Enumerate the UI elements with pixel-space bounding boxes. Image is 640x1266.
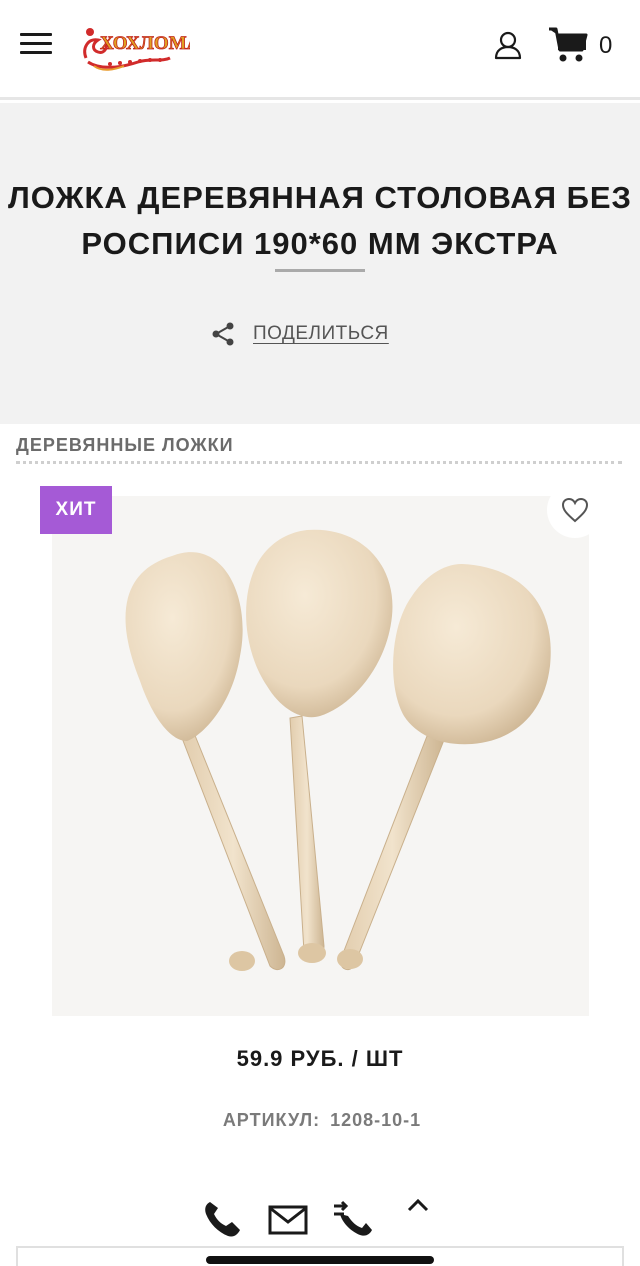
bottom-toolbar [0, 1190, 640, 1250]
user-icon[interactable] [494, 30, 522, 60]
page-title-line-2: РОСПИСИ 190*60 ММ ЭКСТРА [81, 226, 559, 261]
product-sku: АРТИКУЛ: 1208-10-1 [0, 1110, 640, 1131]
share-icon [212, 322, 234, 346]
logo-text: ХОХЛОМА [100, 33, 190, 54]
title-band: ЛОЖКА ДЕРЕВЯННАЯ СТОЛОВАЯ БЕЗ РОСПИСИ 19… [0, 103, 640, 424]
share-button[interactable]: ПОДЕЛИТЬСЯ [210, 319, 389, 349]
logo[interactable]: ХОХЛОМА [80, 16, 190, 72]
sku-label: АРТИКУЛ: [222, 1110, 321, 1130]
mail-icon[interactable] [268, 1204, 308, 1236]
heart-icon [561, 497, 589, 523]
cart-icon[interactable] [548, 26, 590, 64]
favorite-button[interactable] [547, 482, 603, 538]
share-label: ПОДЕЛИТЬСЯ [253, 323, 389, 344]
product-image[interactable] [52, 496, 589, 1016]
hamburger-menu-icon[interactable] [20, 33, 52, 57]
phone-icon[interactable] [202, 1200, 242, 1238]
cart-count[interactable]: 0 [599, 32, 612, 60]
site-header: ХОХЛОМА 0 [0, 0, 640, 100]
product-price: 59.9 РУБ. / ШТ [236, 1046, 404, 1071]
callback-icon[interactable] [332, 1200, 374, 1238]
sku-value: 1208-10-1 [330, 1110, 422, 1130]
hit-badge: ХИТ [40, 486, 112, 534]
page-title: ЛОЖКА ДЕРЕВЯННАЯ СТОЛОВАЯ БЕЗ РОСПИСИ 19… [0, 175, 640, 267]
scroll-up-icon[interactable] [406, 1196, 430, 1214]
page-title-line-1: ЛОЖКА ДЕРЕВЯННАЯ СТОЛОВАЯ БЕЗ [8, 180, 632, 215]
divider [16, 461, 622, 464]
title-underline [275, 269, 365, 272]
category-link[interactable]: ДЕРЕВЯННЫЕ ЛОЖКИ [16, 435, 234, 456]
home-indicator[interactable] [206, 1256, 434, 1264]
product-photo [52, 496, 589, 1016]
